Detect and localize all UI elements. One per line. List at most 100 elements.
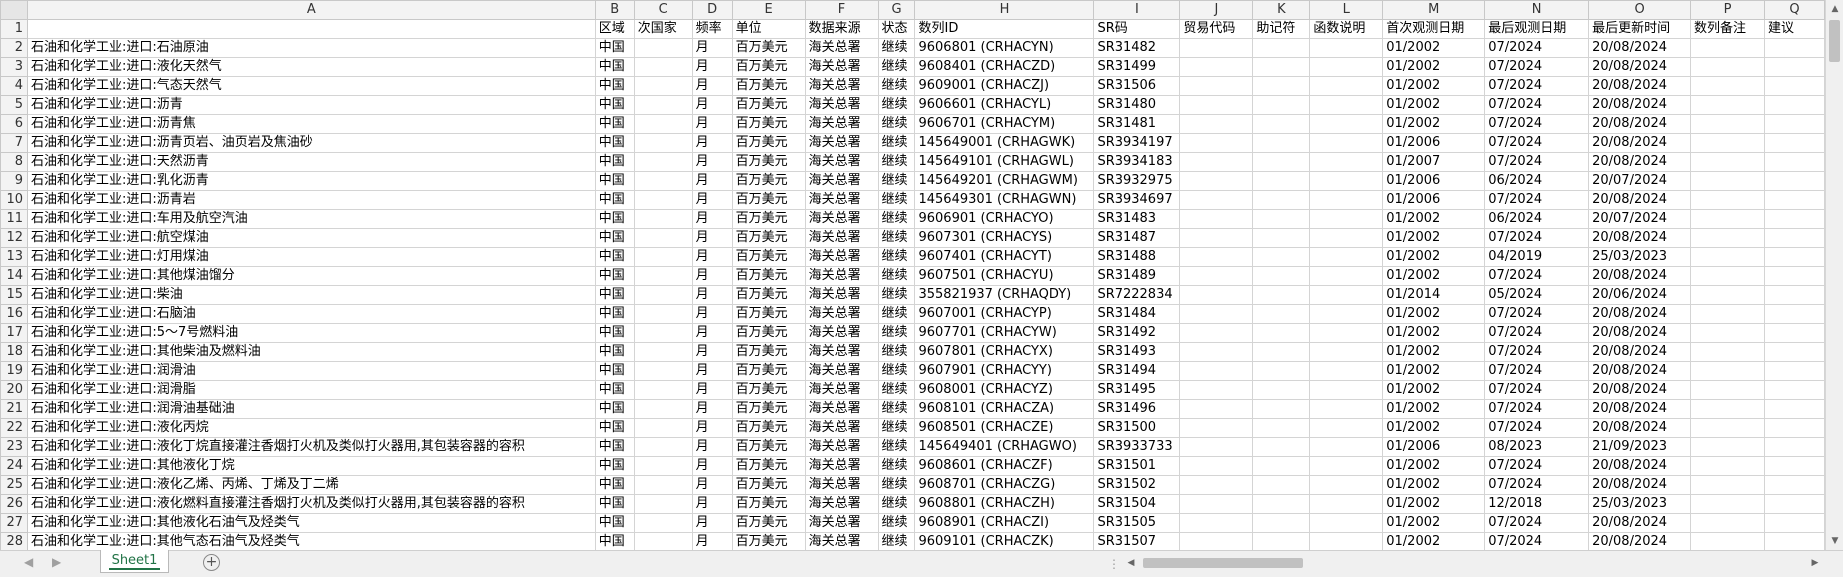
cell[interactable]: 海关总署: [804, 190, 879, 210]
cell[interactable]: SR31492: [1093, 323, 1181, 343]
cell[interactable]: 月: [691, 418, 733, 438]
cell[interactable]: [1179, 190, 1254, 210]
cell[interactable]: 中国: [594, 76, 635, 96]
cell[interactable]: 中国: [594, 304, 635, 324]
cell[interactable]: 01/2002: [1382, 342, 1486, 362]
cell[interactable]: 9607701 (CRHACYW): [914, 323, 1095, 343]
cell[interactable]: 继续: [877, 266, 916, 286]
cell[interactable]: 中国: [594, 437, 635, 457]
header-cell[interactable]: 建议: [1763, 19, 1825, 39]
cell[interactable]: SR31483: [1093, 209, 1181, 229]
add-sheet-button[interactable]: +: [203, 554, 220, 571]
cell[interactable]: 百万美元: [731, 342, 806, 362]
cell[interactable]: 07/2024: [1484, 323, 1590, 343]
cell[interactable]: 百万美元: [731, 133, 806, 153]
cell[interactable]: [1179, 247, 1254, 267]
cell[interactable]: [1179, 266, 1254, 286]
cell[interactable]: [1179, 513, 1254, 533]
cell[interactable]: [1179, 475, 1254, 495]
cell[interactable]: 25/03/2023: [1588, 494, 1692, 514]
cell[interactable]: 继续: [877, 494, 916, 514]
cell[interactable]: [633, 247, 693, 267]
cell[interactable]: 海关总署: [804, 323, 879, 343]
cell[interactable]: 百万美元: [731, 247, 806, 267]
cell[interactable]: [1309, 209, 1384, 229]
row-number[interactable]: 25: [0, 475, 28, 495]
cell[interactable]: [1179, 209, 1254, 229]
header-cell[interactable]: 首次观测日期: [1382, 19, 1486, 39]
cell[interactable]: 百万美元: [731, 361, 806, 381]
cell[interactable]: 海关总署: [804, 57, 879, 77]
cell[interactable]: 07/2024: [1484, 190, 1590, 210]
cell[interactable]: [1309, 361, 1384, 381]
cell[interactable]: SR31504: [1093, 494, 1181, 514]
cell[interactable]: 百万美元: [731, 513, 806, 533]
cell[interactable]: [1690, 228, 1765, 248]
row-number[interactable]: 1: [0, 19, 28, 39]
cell[interactable]: [1309, 475, 1384, 495]
cell[interactable]: [1252, 247, 1311, 267]
cell[interactable]: 9607801 (CRHACYX): [914, 342, 1095, 362]
cell[interactable]: 01/2006: [1382, 190, 1486, 210]
cell[interactable]: 石油和化学工业:进口:沥青页岩、油页岩及焦油砂: [26, 133, 596, 153]
cell[interactable]: 07/2024: [1484, 76, 1590, 96]
cell[interactable]: 01/2006: [1382, 171, 1486, 191]
cell[interactable]: [633, 152, 693, 172]
cell[interactable]: 中国: [594, 475, 635, 495]
cell[interactable]: [1690, 323, 1765, 343]
cell[interactable]: 百万美元: [731, 57, 806, 77]
cell[interactable]: [1179, 133, 1254, 153]
column-header-j[interactable]: J: [1179, 0, 1254, 20]
cell[interactable]: 百万美元: [731, 171, 806, 191]
scroll-up-arrow-icon[interactable]: ▲: [1826, 0, 1843, 18]
cell[interactable]: [1763, 95, 1825, 115]
cell[interactable]: 中国: [594, 247, 635, 267]
cell[interactable]: [1309, 399, 1384, 419]
cell[interactable]: [633, 494, 693, 514]
cell[interactable]: SR31500: [1093, 418, 1181, 438]
cell[interactable]: [1690, 285, 1765, 305]
cell[interactable]: [1690, 456, 1765, 476]
cell[interactable]: [1763, 361, 1825, 381]
tab-splitter-icon[interactable]: ⋮: [1108, 557, 1120, 571]
cell[interactable]: 继续: [877, 228, 916, 248]
cell[interactable]: 月: [691, 209, 733, 229]
cell[interactable]: 07/2024: [1484, 57, 1590, 77]
cell[interactable]: 07/2024: [1484, 266, 1590, 286]
cell[interactable]: 继续: [877, 399, 916, 419]
cell[interactable]: 月: [691, 152, 733, 172]
cell[interactable]: [1252, 266, 1311, 286]
cell[interactable]: 01/2002: [1382, 380, 1486, 400]
column-header-g[interactable]: G: [877, 0, 916, 20]
cell[interactable]: [1763, 437, 1825, 457]
cell[interactable]: 20/08/2024: [1588, 418, 1692, 438]
column-header-k[interactable]: K: [1252, 0, 1311, 20]
cell[interactable]: [1179, 437, 1254, 457]
cell[interactable]: 石油和化学工业:进口:其他气态石油气及烃类气: [26, 532, 596, 550]
cell[interactable]: [1763, 399, 1825, 419]
cell[interactable]: 01/2014: [1382, 285, 1486, 305]
cell[interactable]: 20/07/2024: [1588, 209, 1692, 229]
cell[interactable]: 01/2006: [1382, 437, 1486, 457]
cell[interactable]: 海关总署: [804, 76, 879, 96]
cell[interactable]: 01/2006: [1382, 133, 1486, 153]
cell[interactable]: [633, 285, 693, 305]
cell[interactable]: [1179, 228, 1254, 248]
cell[interactable]: 海关总署: [804, 304, 879, 324]
cell[interactable]: [1690, 342, 1765, 362]
cell[interactable]: 百万美元: [731, 285, 806, 305]
cell[interactable]: 继续: [877, 190, 916, 210]
cell[interactable]: 继续: [877, 38, 916, 58]
cell[interactable]: 01/2002: [1382, 76, 1486, 96]
cell[interactable]: 海关总署: [804, 285, 879, 305]
cell[interactable]: [1309, 228, 1384, 248]
cell[interactable]: 07/2024: [1484, 456, 1590, 476]
cell[interactable]: [1763, 133, 1825, 153]
cell[interactable]: 月: [691, 437, 733, 457]
cell[interactable]: [1763, 513, 1825, 533]
cell[interactable]: [633, 304, 693, 324]
cell[interactable]: [1763, 209, 1825, 229]
cell[interactable]: 百万美元: [731, 114, 806, 134]
cell[interactable]: [1309, 95, 1384, 115]
cell[interactable]: [1252, 76, 1311, 96]
